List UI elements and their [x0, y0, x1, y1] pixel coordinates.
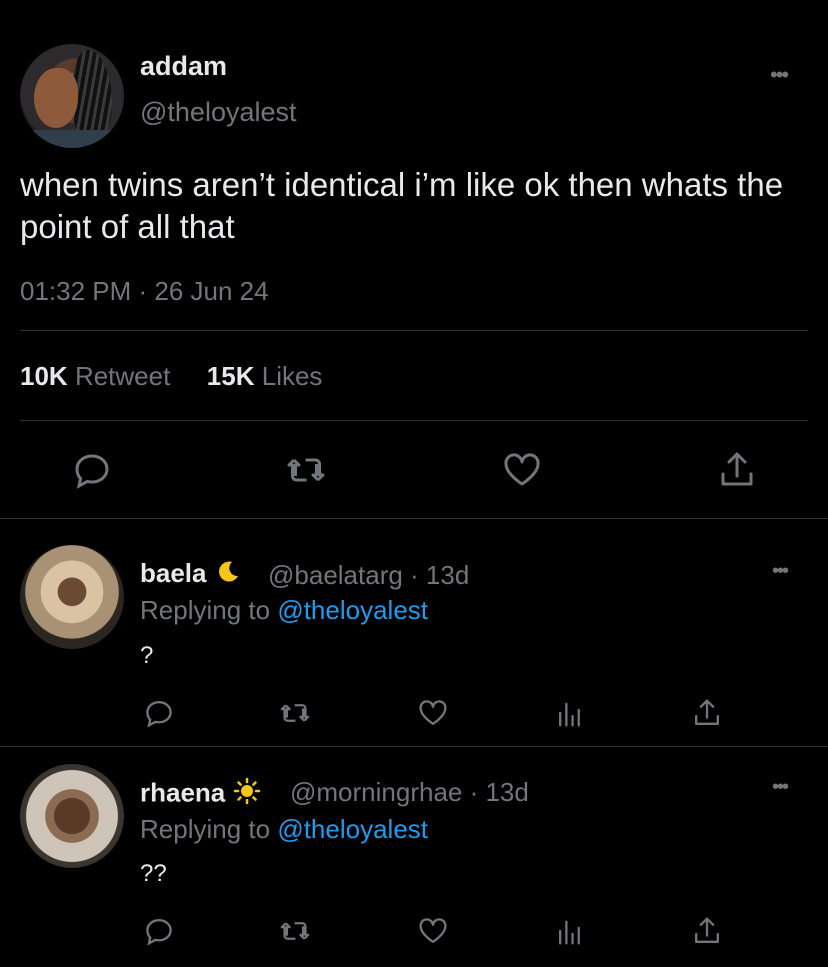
retweet-icon[interactable]	[284, 448, 328, 492]
replying-to-handle-link[interactable]: @theloyalest	[277, 595, 428, 625]
retweet-icon[interactable]	[278, 696, 312, 730]
replying-to: Replying to @theloyalest	[140, 595, 429, 625]
replying-to-handle-link[interactable]: @theloyalest	[277, 814, 428, 844]
reply-meta[interactable]: @morningrhae · 13d	[290, 777, 529, 808]
divider	[20, 330, 808, 331]
author-avatar[interactable]	[20, 44, 124, 148]
main-tweet: addam @theloyalest ••• when twins aren’t…	[0, 0, 828, 518]
reply-text: ??	[140, 860, 167, 887]
reply-avatar[interactable]	[20, 764, 124, 868]
sun-icon	[233, 777, 261, 812]
author-handle[interactable]: @theloyalest	[140, 97, 297, 128]
reply-display-name[interactable]: baela	[140, 558, 240, 592]
retweet-icon[interactable]	[278, 914, 312, 948]
share-icon[interactable]	[715, 448, 759, 492]
like-icon[interactable]	[500, 448, 544, 492]
views-icon[interactable]	[554, 696, 588, 730]
more-options-icon[interactable]: •••	[770, 62, 789, 88]
share-icon[interactable]	[690, 696, 724, 730]
reply-actions	[0, 696, 828, 746]
reply-icon[interactable]	[70, 448, 114, 492]
tweet-stats: 10K Retweet 15K Likes	[20, 361, 322, 392]
reply-display-name[interactable]: rhaena	[140, 777, 261, 812]
tweet-timestamp[interactable]: 01:32 PM · 26 Jun 24	[20, 276, 269, 307]
share-icon[interactable]	[690, 914, 724, 948]
author-display-name[interactable]: addam	[140, 51, 227, 82]
reply-item[interactable]: rhaena @morningrhae · 13d Replying to @t…	[0, 746, 828, 967]
likes-label[interactable]: Likes	[262, 361, 323, 391]
likes-count[interactable]: 15K	[207, 361, 255, 391]
reply-icon[interactable]	[142, 696, 176, 730]
tweet-actions	[0, 448, 828, 498]
views-icon[interactable]	[554, 914, 588, 948]
retweet-count[interactable]: 10K	[20, 361, 68, 391]
reply-item[interactable]: baela @baelatarg · 13d Replying to @thel…	[0, 518, 828, 746]
reply-text: ?	[140, 642, 154, 669]
moon-icon	[214, 559, 240, 592]
more-options-icon[interactable]: •••	[772, 560, 789, 583]
like-icon[interactable]	[416, 696, 450, 730]
retweet-label[interactable]: Retweet	[75, 361, 170, 391]
like-icon[interactable]	[416, 914, 450, 948]
reply-actions	[0, 914, 828, 964]
tweet-text: when twins aren’t identical i’m like ok …	[20, 166, 784, 245]
more-options-icon[interactable]: •••	[772, 776, 789, 799]
reply-avatar[interactable]	[20, 545, 124, 649]
reply-icon[interactable]	[142, 914, 176, 948]
divider	[20, 420, 808, 421]
replying-to: Replying to @theloyalest	[140, 814, 429, 844]
reply-meta[interactable]: @baelatarg · 13d	[268, 560, 469, 591]
